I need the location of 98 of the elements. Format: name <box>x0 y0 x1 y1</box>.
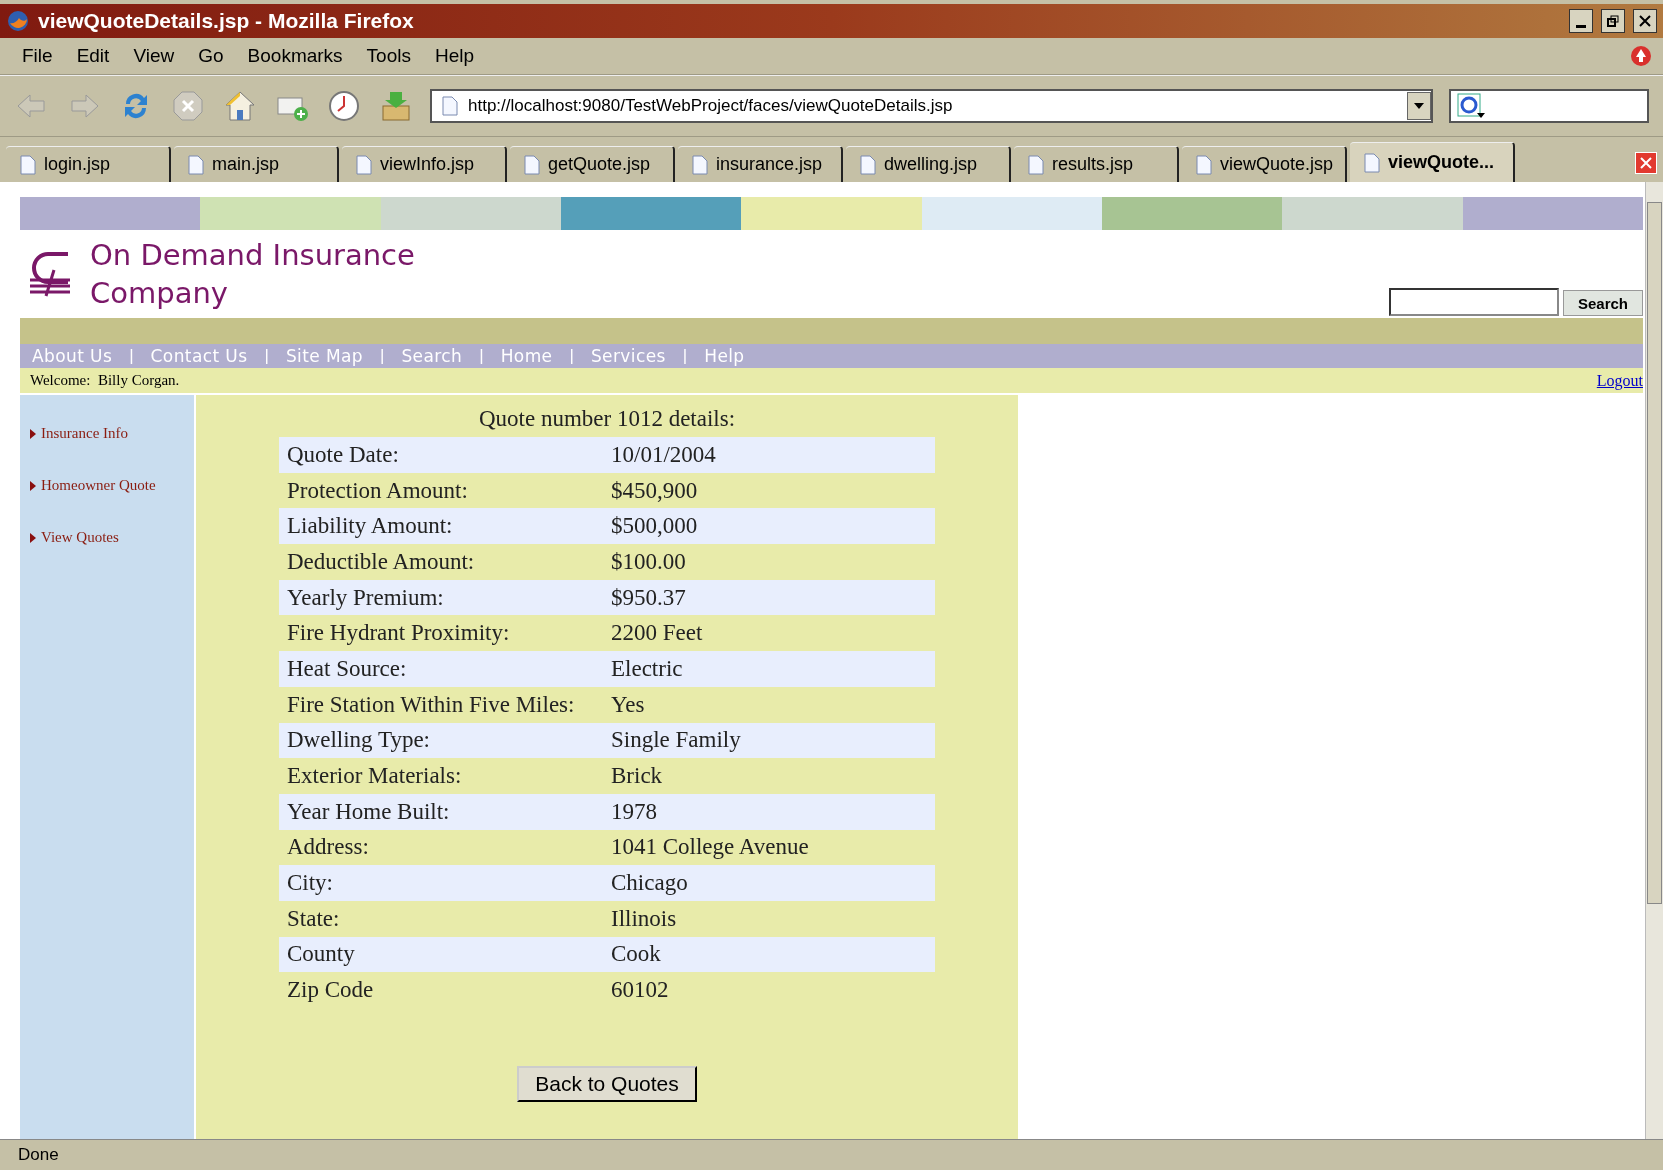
browser-tab[interactable]: viewQuote.jsp <box>1182 146 1347 182</box>
menu-item[interactable]: Go <box>186 45 236 67</box>
nav-separator: | <box>129 346 134 366</box>
field-value: 10/01/2004 <box>611 441 717 468</box>
triangle-icon <box>30 428 36 439</box>
field-value: $100.00 <box>611 548 687 575</box>
page-icon <box>442 96 458 116</box>
nav-separator: | <box>569 346 574 366</box>
browser-tab[interactable]: login.jsp <box>6 146 171 182</box>
nav-separator: | <box>682 346 688 366</box>
field-value: $450,900 <box>611 477 699 504</box>
browser-tab[interactable]: viewInfo.jsp <box>342 146 507 182</box>
field-value: Chicago <box>611 870 689 897</box>
field-value: Single Family <box>611 727 742 754</box>
field-value: Yes <box>611 691 646 718</box>
menu-item[interactable]: Tools <box>354 45 423 67</box>
caret-icon <box>1414 103 1424 109</box>
search-field[interactable] <box>1388 288 1559 316</box>
triangle-icon <box>30 532 36 543</box>
nav-separator: | <box>380 346 385 366</box>
window-title: viewQuoteDetails.jsp - Mozilla Firefox <box>38 9 415 33</box>
field-label: Address: <box>287 834 370 861</box>
company-name: On Demand Insurance Company <box>90 237 416 312</box>
page-icon <box>860 154 876 175</box>
minimize-icon <box>1576 24 1586 28</box>
triangle-icon <box>30 480 36 491</box>
close-icon <box>1639 15 1651 27</box>
sidebar-link[interactable]: View Quotes <box>20 529 194 546</box>
field-label: Heat Source: <box>287 655 408 682</box>
page-icon <box>1196 154 1212 175</box>
search-engine-field[interactable] <box>1449 89 1649 123</box>
field-value: Illinois <box>611 905 678 932</box>
field-value: Cook <box>611 941 662 968</box>
page-icon <box>20 154 36 175</box>
field-label: Zip Code <box>287 977 375 1004</box>
page-icon <box>692 154 708 175</box>
menu-item[interactable]: File <box>10 45 65 67</box>
field-label: Yearly Premium: <box>287 584 445 611</box>
page-icon <box>524 154 540 175</box>
history-icon[interactable] <box>326 88 362 124</box>
page-icon <box>188 154 204 175</box>
browser-tab[interactable]: main.jsp <box>174 146 339 182</box>
browser-tab[interactable]: viewQuote... <box>1350 142 1515 182</box>
field-label: County <box>287 941 356 968</box>
search-engine-icon[interactable] <box>1457 93 1485 119</box>
stop-icon[interactable] <box>170 88 206 124</box>
alert-icon <box>1629 44 1653 68</box>
logout-link[interactable]: Logout <box>1596 371 1643 390</box>
page-icon <box>356 154 372 175</box>
field-value: 1041 College Avenue <box>611 834 810 861</box>
minimize-button[interactable] <box>1569 9 1593 33</box>
field-label: State: <box>287 905 341 932</box>
field-value: $500,000 <box>611 513 699 540</box>
field-value: Electric <box>611 655 684 682</box>
close-tab-button[interactable] <box>1635 152 1657 174</box>
restore-button[interactable] <box>1601 9 1625 33</box>
field-value: $950.37 <box>611 584 687 611</box>
sidebar-link[interactable]: Homeowner Quote <box>20 477 194 494</box>
field-label: Liability Amount: <box>287 513 454 540</box>
field-label: Quote Date: <box>287 441 400 468</box>
menu-item[interactable]: Help <box>422 45 487 67</box>
status-text: Done <box>18 1145 59 1165</box>
field-value: 1978 <box>611 798 658 825</box>
field-label: Fire Station Within Five Miles: <box>287 691 576 718</box>
back-to-quotes-button[interactable]: Back to Quotes <box>517 1066 697 1102</box>
sidebar-link[interactable]: Insurance Info <box>20 425 194 442</box>
dropdown-button[interactable] <box>1407 92 1431 120</box>
close-icon <box>1640 157 1652 169</box>
close-button[interactable] <box>1633 9 1657 33</box>
firefox-logo-icon <box>6 9 30 33</box>
menu-item[interactable]: View <box>121 45 187 67</box>
restore-icon <box>1607 15 1619 27</box>
field-label: Fire Hydrant Proximity: <box>287 620 511 647</box>
company-logo-icon <box>28 250 72 298</box>
menu-item[interactable]: Edit <box>64 45 122 67</box>
browser-tab[interactable]: insurance.jsp <box>678 146 843 182</box>
page-icon <box>1028 154 1044 175</box>
field-value: Brick <box>611 763 664 790</box>
field-label: Protection Amount: <box>287 477 469 504</box>
welcome-text: Welcome: Billy Corgan. <box>30 372 180 389</box>
field-label: Dwelling Type: <box>287 727 431 754</box>
browser-tab[interactable]: dwelling.jsp <box>846 146 1011 182</box>
address-field[interactable]: http://localhost:9080/TestWebProject/faces/viewQuoteDetails.jsp <box>430 89 1433 123</box>
menu-item[interactable]: Bookmarks <box>235 45 355 67</box>
page-icon <box>1364 152 1380 173</box>
field-value: 60102 <box>611 977 670 1004</box>
scrollbar-thumb[interactable] <box>1647 202 1662 904</box>
browser-tab[interactable]: results.jsp <box>1014 146 1179 182</box>
field-label: Year Home Built: <box>287 798 451 825</box>
field-value: 2200 Feet <box>611 620 704 647</box>
browser-tab[interactable]: getQuote.jsp <box>510 146 675 182</box>
nav-separator: | <box>264 346 269 366</box>
search-button[interactable]: Search <box>1562 290 1643 316</box>
quote-heading: Quote number 1012 details: <box>478 405 736 433</box>
field-label: Exterior Materials: <box>287 763 463 790</box>
field-label: Deductible Amount: <box>287 548 476 575</box>
nav-separator: | <box>479 346 484 366</box>
field-label: City: <box>287 870 334 897</box>
